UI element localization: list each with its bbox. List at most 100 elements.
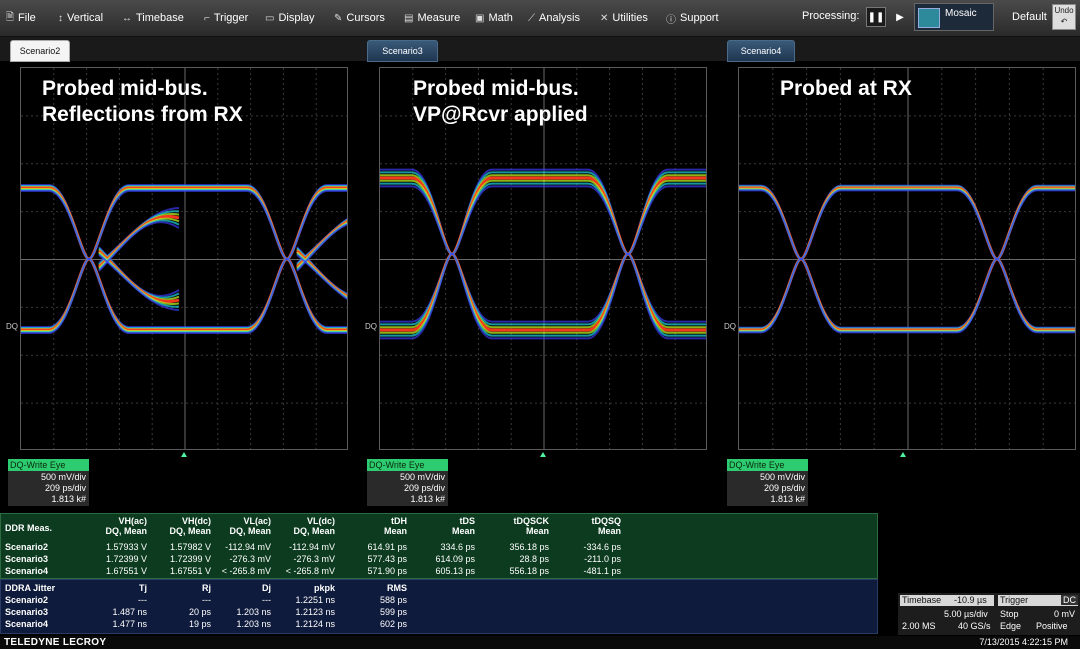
ddr-cell: -112.94 mV [225,542,271,552]
timebase-offset: -10.9 µs [954,595,987,605]
trace-descriptor-title: DQ-Write Eye [8,459,89,471]
sweep-count: 1.813 k# [770,494,805,504]
undo-button[interactable]: Undo ↶ [1052,4,1076,30]
grid-annotation-scenario2: Probed mid-bus. Reflections from RX [42,77,243,126]
utilities-icon: ✕ [600,12,609,24]
ddr-cell: 577.43 ps [367,554,407,564]
trigger-label: Trigger [1000,595,1029,605]
ddr-cell: 1.72399 V [169,554,211,564]
processing-label: Processing: [802,10,860,22]
time-per-div: 209 ps/div [403,483,445,493]
trigger-mode: Stop [1000,609,1019,619]
menu-utilities[interactable]: ✕ Utilities [600,8,648,28]
ddr-col-header: Mean [597,526,621,536]
dq-ground-marker: DQ [365,322,377,331]
ddr-col-header: VH(ac) [118,516,147,526]
jitter-cell: 1.203 ns [236,607,271,617]
cursor-icon: ✎ [334,12,343,24]
display-mode-label: Mosaic [945,8,977,19]
ddr-cell: 1.72399 V [105,554,147,564]
jitter-cell: 20 ps [188,607,211,617]
sample-rate: 40 GS/s [958,621,991,631]
eye-diagram-plot [739,68,1075,449]
date-time: 7/13/2015 4:22:15 PM [979,637,1068,647]
timebase-label: Timebase [902,595,942,605]
timebase-per-div: 5.00 µs/div [944,609,988,619]
time-per-div: 209 ps/div [763,483,805,493]
ddr-cell: -334.6 ps [583,542,621,552]
menu-analysis[interactable]: ⟋ Analysis [528,8,580,28]
sweep-count: 1.813 k# [410,494,445,504]
tab-scenario3[interactable]: Scenario3 [367,40,438,62]
trace-descriptor-title: DQ-Write Eye [727,459,808,471]
ddr-cell: 556.18 ps [509,566,549,576]
jitter-row-label: Scenario2 [5,595,49,605]
undo-icon: ↶ [1060,17,1068,26]
jitter-col-header: Dj [262,583,271,593]
jitter-col-header: Rj [202,583,211,593]
ddra-jitter-table[interactable]: DDRA Jitter Tj Rj Dj pkpk RMS Scenario2 --- ---… [0,579,878,634]
menu-support[interactable]: ⓘ Support [666,8,719,28]
ddr-cell: -276.3 mV [293,554,335,564]
jitter-cell: 599 ps [379,607,407,617]
vertical-arrow-icon: ↕ [58,12,63,24]
sweep-count: 1.813 k# [51,494,86,504]
menu-cursors[interactable]: ✎ Cursors [334,8,385,28]
ddr-col-header: DQ, Mean [293,526,335,536]
ddr-meas-title: DDR Meas. [5,523,53,533]
math-icon: ▣ [475,12,485,24]
ddr-cell: -112.94 mV [289,542,335,552]
ddr-cell: -211.0 ps [584,554,621,564]
ddr-cell: < -265.8 mV [285,566,335,576]
ddr-col-header: tDQSQ [591,516,621,526]
volts-per-div: 500 mV/div [399,472,445,482]
trigger-type: Edge [1000,621,1022,631]
display-icon: ▭ [265,12,275,24]
grid-annotation-scenario3: Probed mid-bus. VP@Rcvr applied [413,77,588,126]
pause-button[interactable]: ❚❚ [866,7,886,27]
measure-icon: ▤ [404,12,414,24]
trigger-icon: ⌐ [204,12,210,24]
trigger-slope: Positive [1036,621,1068,631]
menu-file[interactable]: 🗎 File [6,8,36,28]
eye-diagram-grid-scenario4[interactable] [738,67,1076,450]
timebase-trigger-panel[interactable]: Timebase -10.9 µs Trigger DC 5.00 µs/div… [898,593,1080,635]
timebase-points: 2.00 MS [902,621,936,631]
jitter-cell: 1.2124 ns [295,619,335,629]
default-setup-label[interactable]: Default [1012,11,1047,23]
menu-vertical[interactable]: ↕ Vertical [58,8,103,28]
trace-descriptor-scenario4[interactable]: DQ-Write Eye 500 mV/div 209 ps/div 1.813… [727,459,808,506]
brand-logo: TELEDYNE LECROY [4,637,107,648]
menu-timebase[interactable]: ↔ Timebase [122,8,184,28]
ddr-col-header: DQ, Mean [169,526,211,536]
tab-scenario2[interactable]: Scenario2 [10,40,70,62]
ddr-row-label: Scenario4 [5,566,49,576]
ddra-jitter-title: DDRA Jitter [5,583,56,593]
ddr-cell: 1.67551 V [169,566,211,576]
trigger-position-marker [181,452,187,457]
info-icon: ⓘ [666,14,676,26]
ddr-measurement-table[interactable]: DDR Meas. VH(ac) DQ, Mean VH(dc) DQ, Mean VL… [0,513,878,579]
menu-bar: 🗎 File ↕ Vertical ↔ Timebase ⌐ Trigger ▭ Disp… [0,0,1080,37]
volts-per-div: 500 mV/div [40,472,86,482]
jitter-cell: 1.477 ns [112,619,147,629]
menu-trigger[interactable]: ⌐ Trigger [204,8,248,28]
dq-ground-marker: DQ [6,322,18,331]
jitter-cell: --- [138,595,147,605]
ddr-col-header: tDS [459,516,476,526]
trace-descriptor-scenario3[interactable]: DQ-Write Eye 500 mV/div 209 ps/div 1.813… [367,459,448,506]
menu-measure[interactable]: ▤ Measure [404,8,460,28]
jitter-cell: --- [262,595,271,605]
volts-per-div: 500 mV/div [759,472,805,482]
jitter-cell: 588 ps [379,595,407,605]
trace-descriptor-scenario2[interactable]: DQ-Write Eye 500 mV/div 209 ps/div 1.813… [8,459,89,506]
menu-math[interactable]: ▣ Math [475,8,513,28]
jitter-col-header: pkpk [313,583,335,593]
ddr-cell: -276.3 mV [229,554,271,564]
menu-display[interactable]: ▭ Display [265,8,315,28]
display-mode-selector[interactable]: Mosaic [914,3,994,31]
tab-scenario4[interactable]: Scenario4 [727,40,795,62]
jitter-row-label: Scenario3 [5,607,49,617]
ddr-col-header: Mean [383,526,407,536]
play-button[interactable]: ▶ [890,7,910,27]
